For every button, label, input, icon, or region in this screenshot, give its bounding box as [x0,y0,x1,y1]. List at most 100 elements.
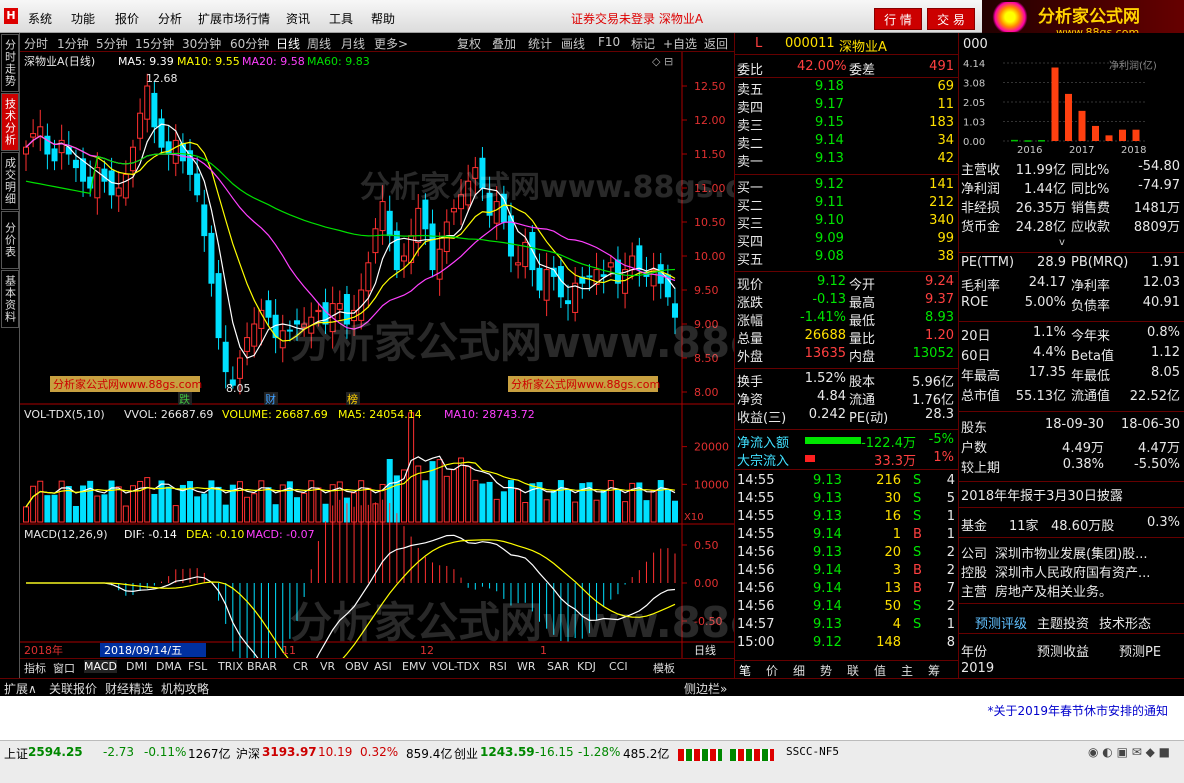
indicator-tab-18[interactable]: CCI [609,660,628,673]
holiday-notice-link[interactable]: *关于2019年春节休市安排的通知 [987,702,1168,719]
kline-chart-svg[interactable]: 12.5012.0011.5011.0010.5010.009.509.008.… [20,52,734,658]
fund-tab-1[interactable]: 主题投资 [1037,613,1089,632]
price-tick-label: 9.50 [694,284,719,297]
company-value: 房地产及相关业务。 [995,585,1113,600]
fund-rows3-value: 55.13亿 [1015,389,1066,404]
indicator-tab-9[interactable]: VR [320,660,335,673]
expand-button[interactable]: 扩展∧ [4,680,37,697]
quote-tab-1[interactable]: 价 [766,662,778,679]
indicator-tab-17[interactable]: KDJ [577,660,596,673]
trade-mode-button[interactable]: 交 易 [927,8,975,30]
finance-picks-tab[interactable]: 财经精选 [105,680,153,697]
indicator-tab-5[interactable]: FSL [188,660,207,673]
period-9[interactable]: 更多> [374,35,408,52]
menu-function[interactable]: 功能 [71,10,95,27]
period-11[interactable]: 叠加 [492,35,516,52]
fund-tab-0[interactable]: 预测评级 [975,613,1027,632]
volume-bar [272,504,279,523]
sz-index-label[interactable]: 沪深 [236,745,260,762]
period-2[interactable]: 5分钟 [96,35,128,52]
period-4[interactable]: 30分钟 [182,35,221,52]
tick-time: 14:56 [737,581,775,596]
indicator-tab-10[interactable]: OBV [345,660,368,673]
menu-analysis[interactable]: 分析 [158,10,182,27]
indicator-tab-8[interactable]: CR [293,660,308,673]
chart-options-icon[interactable]: ◇ ⊟ [652,55,673,68]
watermark-badge-text: 分析家公式网www.88gs.com [53,377,202,391]
side-tab-intraday[interactable]: 分时走势 [1,34,19,92]
menu-help[interactable]: 帮助 [371,10,395,27]
fund-rows3-value2: 0.8% [1146,325,1180,340]
indicator-tab-19[interactable]: 模板 [653,660,675,676]
period-7[interactable]: 周线 [307,35,331,52]
indicator-tab-13[interactable]: VOL-TDX [432,660,480,673]
period-16[interactable]: +自选 [663,35,697,52]
expand-chevron-icon[interactable]: v [1059,237,1065,248]
indicator-tab-7[interactable]: BRAR [247,660,277,673]
indicator-tab-4[interactable]: DMA [156,660,182,673]
period-17[interactable]: 返回 [704,35,728,52]
period-0[interactable]: 分时 [24,35,48,52]
menu-ext-market[interactable]: 扩展市场行情 [198,10,270,27]
period-5[interactable]: 60分钟 [230,35,269,52]
quote-mode-button[interactable]: 行 情 [874,8,922,30]
candle-body [172,139,179,164]
period-3[interactable]: 15分钟 [135,35,174,52]
quote-tab-7[interactable]: 筹 [928,662,940,679]
volume-bar [493,498,500,523]
menu-news[interactable]: 资讯 [286,10,310,27]
indicator-tab-15[interactable]: WR [517,660,536,673]
menu-tools[interactable]: 工具 [329,10,353,27]
indicator-tab-1[interactable]: 窗口 [53,660,75,676]
event-marker[interactable]: 跌 [179,392,190,406]
period-13[interactable]: 画线 [561,35,585,52]
side-tab-price-table[interactable]: 分价表 [1,211,19,269]
indicator-tab-11[interactable]: ASI [374,660,392,673]
fund-rows1-value2: 1481万 [1133,201,1180,216]
separator [735,469,959,470]
price-tick-label: 8.00 [694,386,719,399]
quote-tab-2[interactable]: 细 [793,662,805,679]
period-6[interactable]: 日线 [276,35,300,52]
quote-tab-4[interactable]: 联 [847,662,859,679]
related-quote-tab[interactable]: 关联报价 [49,680,97,697]
event-marker[interactable]: 财 [265,392,276,406]
tick-volume: 20 [884,545,901,560]
indicator-tab-2[interactable]: MACD [84,660,117,673]
event-marker[interactable]: 榜 [347,392,358,406]
period-15[interactable]: 标记 [631,35,655,52]
fund-rows3-label2: Beta值 [1071,349,1114,364]
volume-bar [301,492,308,523]
menu-system[interactable]: 系统 [28,10,52,27]
period-8[interactable]: 月线 [341,35,365,52]
indicator-tab-3[interactable]: DMI [126,660,147,673]
sidebar-toggle[interactable]: 侧边栏» [684,680,727,697]
fund-y-tick: 1.03 [963,118,985,129]
side-tab-technical[interactable]: 技术分析 [1,93,19,151]
period-12[interactable]: 统计 [528,35,552,52]
volume-bar [479,483,486,523]
period-14[interactable]: F10 [598,35,620,49]
indicator-tab-12[interactable]: EMV [402,660,426,673]
cy-index-label[interactable]: 创业 [454,745,478,762]
holder-value-1: 18-09-30 [1044,417,1104,432]
period-10[interactable]: 复权 [457,35,481,52]
side-tab-fundamentals[interactable]: 基本资料 [1,270,19,328]
indicator-tab-6[interactable]: TRIX [218,660,243,673]
quote-tab-6[interactable]: 主 [901,662,913,679]
fund-y-tick: 3.08 [963,79,985,90]
sh-index-label[interactable]: 上证 [4,745,28,762]
side-tab-trades[interactable]: 成交明细 [1,152,19,210]
fund-tab-2[interactable]: 技术形态 [1099,613,1151,632]
kline-chart-area[interactable]: 12.50 12.00 11.50 11.00 10.50 10.00 9.50 9.00 8.… [20,52,734,658]
indicator-tab-14[interactable]: RSI [489,660,507,673]
institution-tab[interactable]: 机构攻略 [161,680,209,697]
indicator-tab-0[interactable]: 指标 [24,660,46,676]
quote-tab-5[interactable]: 值 [874,662,886,679]
quote-tab-0[interactable]: 笔 [739,662,751,679]
volume-bar [101,494,108,523]
period-1[interactable]: 1分钟 [57,35,89,52]
indicator-tab-16[interactable]: SAR [547,660,569,673]
quote-tab-3[interactable]: 势 [820,662,832,679]
menu-quote[interactable]: 报价 [115,10,139,27]
